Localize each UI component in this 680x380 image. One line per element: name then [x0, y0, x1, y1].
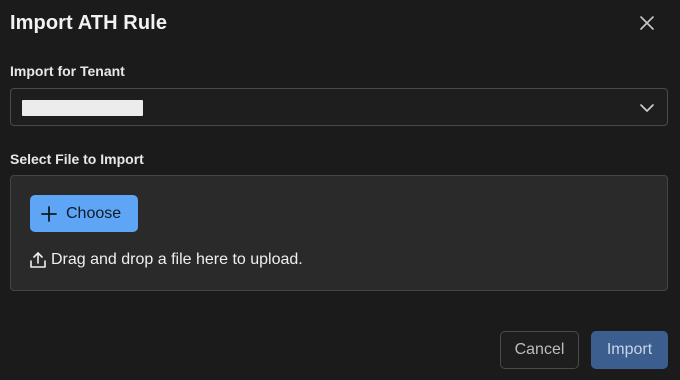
cancel-button[interactable]: Cancel [500, 331, 579, 369]
file-label: Select File to Import [10, 151, 144, 167]
file-drop-zone[interactable]: Choose Drag and drop a file here to uplo… [10, 175, 668, 291]
tenant-select[interactable] [10, 88, 668, 126]
close-button[interactable] [633, 11, 661, 39]
close-icon [639, 15, 655, 36]
drop-instructions: Drag and drop a file here to upload. [29, 251, 303, 269]
plus-icon [40, 205, 58, 223]
dialog-title: Import ATH Rule [10, 12, 168, 34]
tenant-label: Import for Tenant [10, 63, 125, 79]
upload-icon [29, 251, 47, 269]
choose-file-button[interactable]: Choose [30, 195, 138, 232]
import-ath-rule-dialog: Import ATH Rule Import for Tenant Select… [0, 0, 680, 380]
choose-button-label: Choose [66, 204, 122, 222]
drop-text: Drag and drop a file here to upload. [51, 251, 303, 268]
tenant-selected-value [22, 100, 143, 116]
import-button[interactable]: Import [591, 331, 668, 369]
chevron-down-icon [639, 100, 655, 116]
